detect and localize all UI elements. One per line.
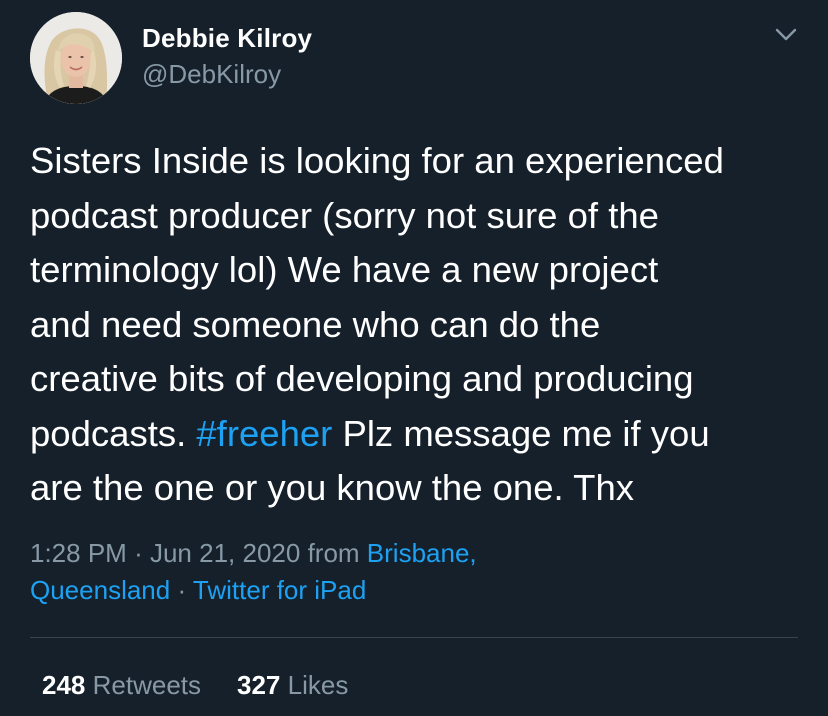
retweets-stat[interactable]: 248 Retweets (42, 668, 201, 702)
from-label: from (307, 538, 360, 568)
avatar[interactable] (30, 12, 122, 104)
location-link[interactable]: Brisbane, (367, 538, 477, 568)
source-link[interactable]: Twitter for iPad (193, 575, 366, 605)
tweet-text-line: are the one or you know the one. Thx (30, 467, 634, 508)
tweet-stats: 248 Retweets 327 Likes (42, 668, 348, 702)
author-name[interactable]: Debbie Kilroy (142, 22, 312, 54)
likes-stat[interactable]: 327 Likes (237, 668, 348, 702)
retweets-label: Retweets (92, 670, 202, 700)
likes-label: Likes (287, 670, 349, 700)
avatar-image (30, 12, 122, 104)
retweets-count: 248 (42, 670, 86, 700)
hashtag-link[interactable]: #freeher (196, 413, 332, 454)
tweet-text-line: Sisters Inside is looking for an experie… (30, 140, 724, 181)
tweet-detail: Debbie Kilroy @DebKilroy Sisters Inside … (0, 0, 828, 716)
tweet-text-line: and need someone who can do the (30, 303, 601, 345)
tweet-meta: 1:28 PM · Jun 21, 2020 from Brisbane, Qu… (30, 535, 477, 609)
separator: · (177, 575, 187, 605)
tweet-text: Sisters Inside is looking for an experie… (30, 134, 820, 516)
location-link-continued[interactable]: Queensland (30, 575, 170, 605)
meta-line: 1:28 PM · Jun 21, 2020 from Brisbane, (30, 535, 477, 572)
tweet-text-line: podcasts. #freeher Plz message me if you (30, 407, 820, 462)
tweet-text-segment: Plz message me if you (332, 412, 710, 454)
tweet-text-segment: podcasts. (30, 412, 197, 454)
tweet-text-line: terminology lol) We have a new project (30, 249, 659, 290)
chevron-down-icon[interactable] (770, 22, 802, 48)
tweet-date[interactable]: Jun 21, 2020 (150, 538, 300, 568)
tweet-time[interactable]: 1:28 PM (30, 538, 127, 568)
divider (30, 637, 798, 638)
tweet-text-line: creative bits of developing and producin… (30, 358, 694, 399)
tweet-text-line: podcast producer (sorry not sure of the (30, 194, 659, 236)
author-handle[interactable]: @DebKilroy (142, 58, 281, 90)
likes-count: 327 (237, 670, 281, 700)
separator: · (134, 538, 143, 568)
meta-line: Queensland · Twitter for iPad (30, 572, 477, 609)
